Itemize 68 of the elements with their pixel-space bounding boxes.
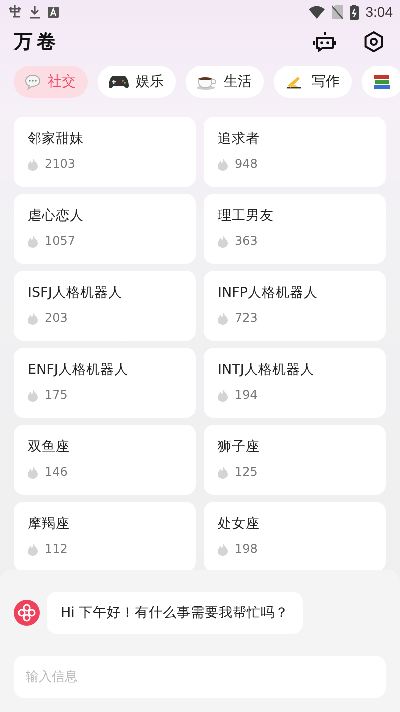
character-card[interactable]: 狮子座 125 xyxy=(204,425,386,495)
character-card[interactable]: INFP人格机器人 723 xyxy=(204,271,386,341)
flame-icon xyxy=(28,234,38,248)
assistant-message: Hi 下午好！有什么事需要我帮忙吗？ xyxy=(47,592,304,634)
popularity-count: 723 xyxy=(235,311,258,325)
flame-icon xyxy=(28,158,38,170)
character-name: 狮子座 xyxy=(218,438,261,456)
popularity-count: 112 xyxy=(45,542,68,556)
download-icon xyxy=(29,5,41,19)
character-name: 邻家甜妹 xyxy=(28,130,85,148)
message-input[interactable]: 输入信息 xyxy=(14,656,386,698)
flame-icon xyxy=(28,312,38,324)
popularity-count: 2103 xyxy=(45,157,76,171)
settings-icon[interactable] xyxy=(363,31,385,53)
character-name: 理工男友 xyxy=(218,207,275,225)
flame-icon xyxy=(28,542,38,556)
flame-icon xyxy=(218,388,228,402)
flame-icon xyxy=(218,234,228,248)
notification-icon xyxy=(8,5,22,19)
no-sim-icon xyxy=(332,5,343,19)
flame-icon xyxy=(28,466,38,478)
character-card[interactable]: 摩羯座 112 xyxy=(14,502,196,572)
flame-icon xyxy=(218,312,228,324)
character-card[interactable]: 虐心恋人 1057 xyxy=(14,194,196,264)
character-name: 处女座 xyxy=(218,515,261,533)
keyboard-icon xyxy=(48,6,59,18)
flame-icon xyxy=(218,542,228,556)
character-card[interactable]: ISFJ人格机器人 203 xyxy=(14,271,196,341)
clock-time: 3:04 xyxy=(366,4,393,20)
battery-icon xyxy=(350,4,359,20)
app-title: 万卷 xyxy=(14,30,60,55)
flame-icon xyxy=(28,388,38,402)
flame-icon xyxy=(218,466,228,478)
popularity-count: 175 xyxy=(45,388,68,402)
character-card[interactable]: 双鱼座 146 xyxy=(14,425,196,495)
character-name: INTJ人格机器人 xyxy=(218,361,316,379)
flame-icon xyxy=(218,158,228,170)
popularity-count: 1057 xyxy=(45,234,76,248)
speech-bubble-icon xyxy=(25,74,41,90)
robot-icon[interactable] xyxy=(313,30,337,54)
character-card[interactable]: INTJ人格机器人 194 xyxy=(204,348,386,418)
gamepad-icon xyxy=(109,74,129,90)
assistant-avatar-icon xyxy=(14,600,40,626)
wifi-icon xyxy=(308,6,325,18)
category-tab[interactable]: 写作 xyxy=(274,66,352,98)
category-tab[interactable] xyxy=(362,66,400,98)
character-card[interactable]: 处女座 198 xyxy=(204,502,386,572)
character-name: 追求者 xyxy=(218,130,261,148)
popularity-count: 194 xyxy=(235,388,258,402)
books-icon xyxy=(373,74,391,90)
popularity-count: 146 xyxy=(45,465,68,479)
character-name: 双鱼座 xyxy=(28,438,71,456)
character-card[interactable]: 理工男友 363 xyxy=(204,194,386,264)
character-card[interactable]: ENFJ人格机器人 175 xyxy=(14,348,196,418)
character-name: 摩羯座 xyxy=(28,515,71,533)
popularity-count: 363 xyxy=(235,234,258,248)
character-card[interactable]: 追求者 948 xyxy=(204,117,386,187)
character-name: ENFJ人格机器人 xyxy=(28,361,130,379)
popularity-count: 125 xyxy=(235,465,258,479)
character-card[interactable]: 邻家甜妹 2103 xyxy=(14,117,196,187)
category-tab[interactable]: 娱乐 xyxy=(98,66,176,98)
character-name: ISFJ人格机器人 xyxy=(28,284,124,302)
popularity-count: 948 xyxy=(235,157,258,171)
character-name: 虐心恋人 xyxy=(28,207,85,225)
category-tab[interactable]: 生活 xyxy=(186,66,264,98)
popularity-count: 198 xyxy=(235,542,258,556)
popularity-count: 203 xyxy=(45,311,68,325)
character-name: INFP人格机器人 xyxy=(218,284,319,302)
